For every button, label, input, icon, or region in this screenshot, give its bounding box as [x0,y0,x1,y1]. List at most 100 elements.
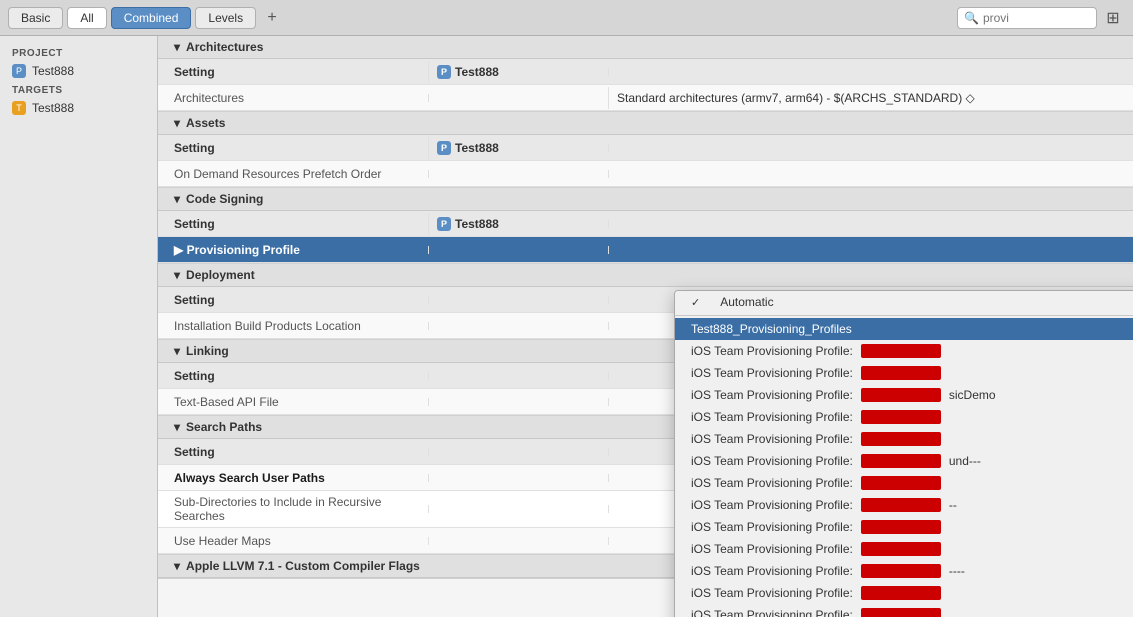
col-target-header: P Test888 [428,61,608,83]
dropdown-item-profile-1[interactable]: iOS Team Provisioning Profile: [675,340,1133,362]
redacted-12 [861,586,941,600]
target-on-demand [428,170,608,178]
add-tab-button[interactable]: + [260,7,284,29]
value-architectures: Standard architectures (armv7, arm64) - … [608,87,1133,109]
setting-sub-dirs: Sub-Directories to Include in Recursive … [158,491,428,527]
provisioning-profile-dropdown: Automatic Test888_Provisioning_Profiles … [674,290,1133,617]
sidebar: PROJECT P Test888 TARGETS T Test888 [0,36,158,617]
assets-table: Setting P Test888 On Demand Resources Pr… [158,135,1133,187]
sidebar-item-project[interactable]: P Test888 [0,61,157,81]
dropdown-item-profile-3[interactable]: iOS Team Provisioning Profile: sicDemo [675,384,1133,406]
redacted-1 [861,344,941,358]
section-arrow-icon: ▾ [174,344,180,358]
section-arrow-icon: ▾ [174,40,180,54]
section-arrow-icon: ▾ [174,192,180,206]
col-value-header [608,68,1133,76]
section-arrow-icon: ▾ [174,268,180,282]
target-install-build [428,322,608,330]
tab-combined[interactable]: Combined [111,7,192,29]
table-row: Setting P Test888 [158,211,1133,237]
sidebar-project-label: Test888 [32,64,74,78]
targets-section-title: TARGETS [0,81,157,98]
section-code-signing-title: Code Signing [186,192,263,206]
table-row: Setting P Test888 [158,59,1133,85]
section-assets-header[interactable]: ▾ Assets [158,112,1133,135]
dropdown-item-profile-4[interactable]: iOS Team Provisioning Profile: [675,406,1133,428]
section-search-paths-title: Search Paths [186,420,262,434]
col-value-header [608,220,1133,228]
dropdown-item-profile-13[interactable]: iOS Team Provisioning Profile: [675,604,1133,617]
redacted-2 [861,366,941,380]
section-arrow-icon: ▾ [174,559,180,573]
dropdown-item-profile-6[interactable]: iOS Team Provisioning Profile: und--- [675,450,1133,472]
dropdown-item-profile-8[interactable]: iOS Team Provisioning Profile: -- [675,494,1133,516]
project-section-title: PROJECT [0,44,157,61]
target-sub-dirs [428,505,608,513]
dropdown-divider [675,315,1133,316]
target-always-search [428,474,608,482]
table-row: Architectures Standard architectures (ar… [158,85,1133,111]
section-architectures-title: Architectures [186,40,263,54]
sidebar-item-target[interactable]: T Test888 [0,98,157,118]
target-icon: T [12,101,26,115]
search-box: 🔍 provi [957,7,1097,29]
setting-install-build: Installation Build Products Location [158,315,428,337]
sidebar-target-label: Test888 [32,101,74,115]
setting-use-header-maps: Use Header Maps [158,530,428,552]
col-target-header: P Test888 [428,213,608,235]
col-setting-header: Setting [158,137,428,159]
dropdown-item-profile-7[interactable]: iOS Team Provisioning Profile: [675,472,1133,494]
code-signing-table: Setting P Test888 ▶ Provisioning Profile [158,211,1133,263]
dropdown-item-profile-10[interactable]: iOS Team Provisioning Profile: [675,538,1133,560]
setting-always-search: Always Search User Paths [158,467,428,489]
project-icon-small: P [437,217,451,231]
dropdown-label-automatic: Automatic [720,295,773,309]
table-row: Setting P Test888 [158,135,1133,161]
content-area: ▾ Architectures Setting P Test888 Archit… [158,36,1133,617]
section-deployment-title: Deployment [186,268,255,282]
dropdown-item-profile-9[interactable]: iOS Team Provisioning Profile: [675,516,1133,538]
section-architectures-header[interactable]: ▾ Architectures [158,36,1133,59]
redacted-6 [861,454,941,468]
dropdown-item-selected[interactable]: Test888_Provisioning_Profiles [675,318,1133,340]
dropdown-item-profile-5[interactable]: iOS Team Provisioning Profile: [675,428,1133,450]
col-target-header [428,372,608,380]
section-apple-llvm-title: Apple LLVM 7.1 - Custom Compiler Flags [186,559,420,573]
tab-all[interactable]: All [67,7,106,29]
setting-text-based-api: Text-Based API File [158,391,428,413]
section-deployment-header[interactable]: ▾ Deployment [158,264,1133,287]
tab-basic[interactable]: Basic [8,7,63,29]
dropdown-item-profile-11[interactable]: iOS Team Provisioning Profile: ---- [675,560,1133,582]
search-icon: 🔍 [964,11,979,25]
section-architectures: ▾ Architectures Setting P Test888 Archit… [158,36,1133,112]
col-value-header [608,144,1133,152]
dropdown-item-profile-2[interactable]: iOS Team Provisioning Profile: [675,362,1133,384]
col-target-header [428,448,608,456]
dropdown-item-profile-12[interactable]: iOS Team Provisioning Profile: [675,582,1133,604]
redacted-3 [861,388,941,402]
filter-button[interactable]: ⊞ [1101,7,1125,29]
tab-levels[interactable]: Levels [195,7,256,29]
col-target-header: P Test888 [428,137,608,159]
project-icon: P [12,64,26,78]
dropdown-selected-profile-label: Test888_Provisioning_Profiles [691,322,852,336]
redacted-9 [861,520,941,534]
value-on-demand [608,170,1133,178]
search-input[interactable]: provi [983,11,1083,25]
provisioning-profile-row[interactable]: ▶ Provisioning Profile [158,237,1133,263]
redacted-11 [861,564,941,578]
col-setting-header: Setting [158,441,428,463]
setting-architectures: Architectures [158,87,428,109]
col-setting-header: Setting [158,61,428,83]
section-arrow-icon: ▾ [174,116,180,130]
section-code-signing: ▾ Code Signing Setting P Test888 ▶ Provi… [158,188,1133,264]
redacted-7 [861,476,941,490]
redacted-4 [861,410,941,424]
section-arrow-icon: ▾ [174,420,180,434]
toolbar: Basic All Combined Levels + 🔍 provi ⊞ [0,0,1133,36]
target-text-based-api [428,398,608,406]
section-linking-title: Linking [186,344,229,358]
section-code-signing-header[interactable]: ▾ Code Signing [158,188,1133,211]
col-target-header [428,296,608,304]
dropdown-item-automatic[interactable]: Automatic [675,291,1133,313]
